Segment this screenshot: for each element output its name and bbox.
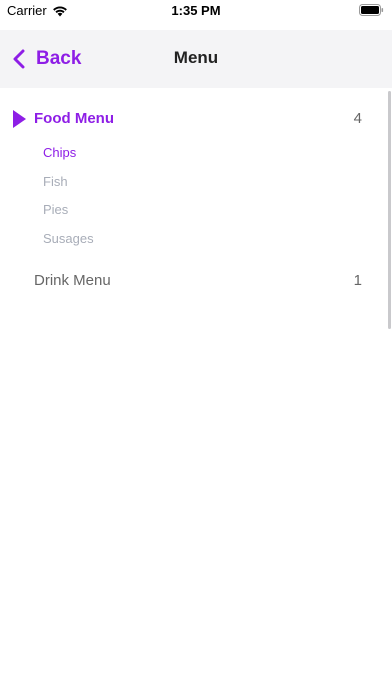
list-item-chips[interactable]: Chips: [43, 145, 76, 160]
list-item-susages[interactable]: Susages: [43, 231, 94, 246]
section-food-menu[interactable]: Food Menu 4: [0, 104, 392, 134]
section-label: Food Menu: [34, 110, 114, 127]
triangle-right-icon: [13, 110, 26, 128]
status-bar: Carrier 1:35 PM: [0, 0, 392, 22]
list-item-pies[interactable]: Pies: [43, 202, 68, 217]
page-title: Menu: [173, 48, 219, 67]
section-count: 4: [353, 110, 362, 127]
navigation-bar: Back Menu: [0, 30, 392, 88]
section-count: 1: [353, 272, 362, 289]
section-drink-menu[interactable]: Drink Menu 1: [0, 266, 392, 296]
status-time: 1:35 PM: [171, 3, 221, 18]
battery-icon: [359, 4, 384, 16]
screen: Carrier 1:35 PM Back Menu Food Menu 4 Ch…: [0, 0, 392, 696]
list-item-fish[interactable]: Fish: [43, 174, 68, 189]
section-label: Drink Menu: [34, 272, 111, 289]
scroll-indicator[interactable]: [388, 91, 391, 329]
